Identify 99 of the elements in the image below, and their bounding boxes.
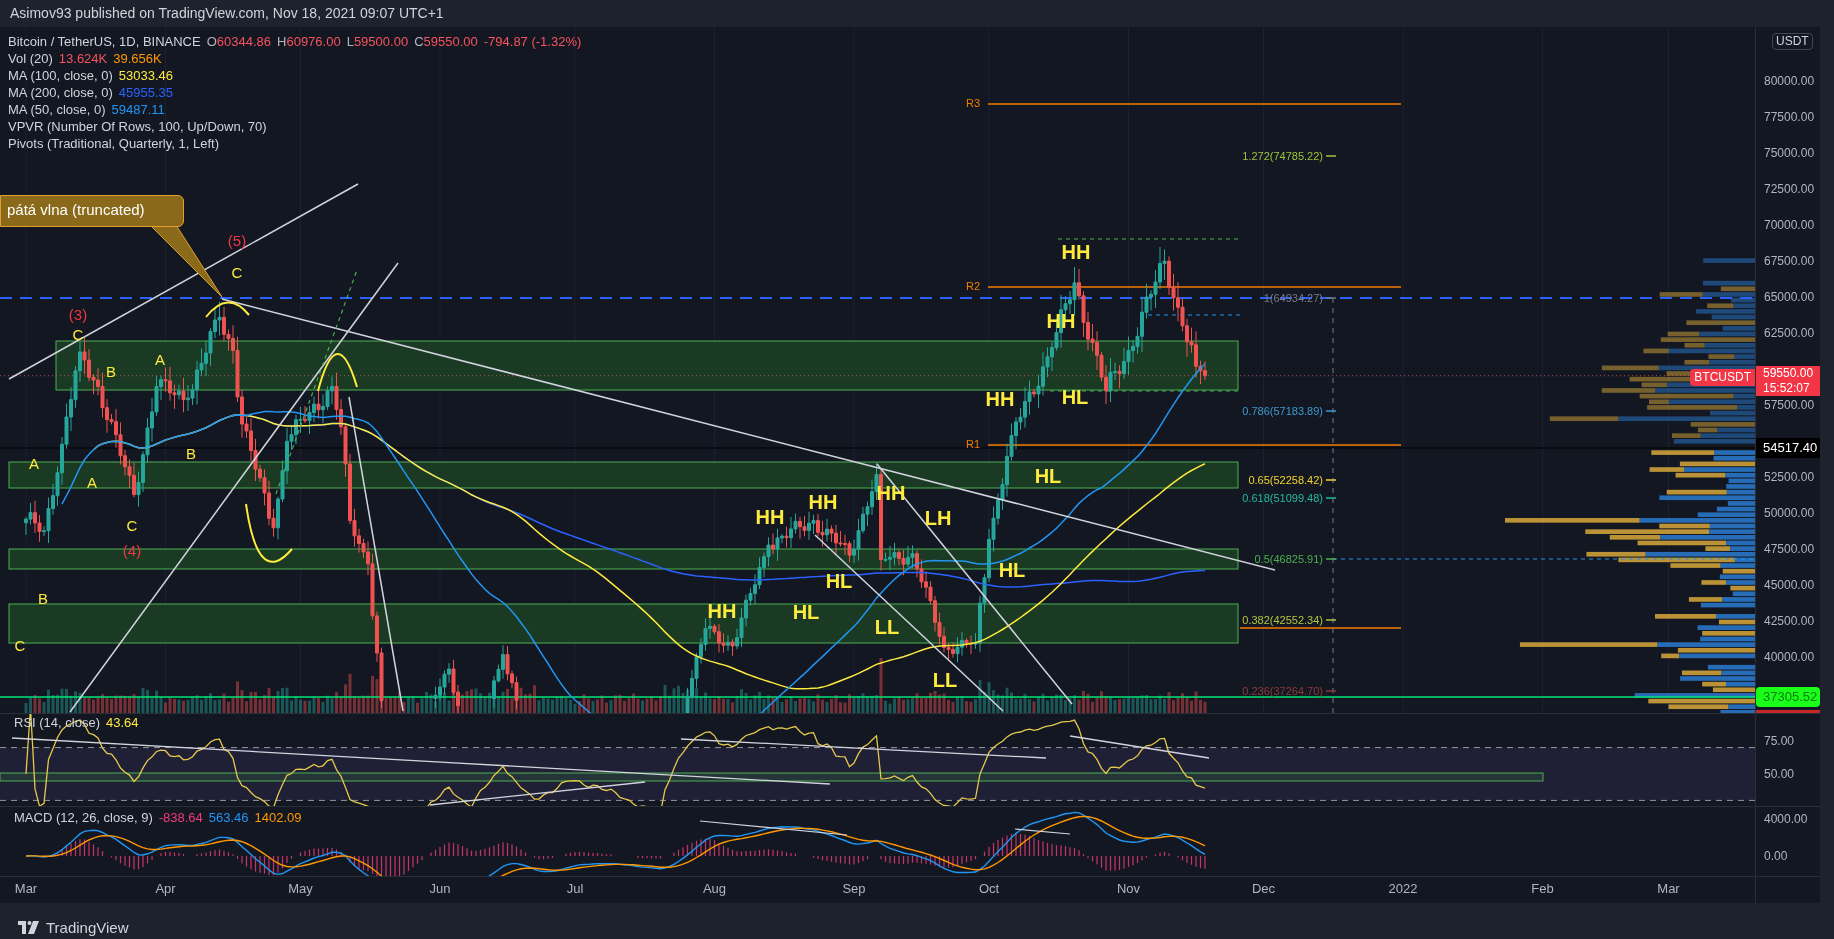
wave-label: C xyxy=(72,326,84,341)
publish-info: Asimov93 published on TradingView.com, Nov 18, 2021 09:07 UTC+1 xyxy=(10,3,444,23)
time-axis-label: Jul xyxy=(566,881,584,895)
indicator-name: MA (200, close, 0) xyxy=(8,83,113,101)
price-axis-label: 50000.00 xyxy=(1764,506,1815,519)
price-axis-label: 67500.00 xyxy=(1764,254,1815,267)
wave-label: C xyxy=(14,637,26,652)
indicator-value: 1402.09 xyxy=(254,808,302,826)
wave-label: HL xyxy=(998,559,1026,580)
time-axis-label: Dec xyxy=(1251,881,1276,895)
pivot-label: R3 xyxy=(966,97,981,109)
indicator-value: 13.624K xyxy=(58,49,108,67)
brand-name: TradingView xyxy=(46,917,129,938)
fib-label: 1.272(74785.22) xyxy=(1242,150,1323,161)
wave-label: HL xyxy=(1061,386,1089,407)
time-axis-label: Jun xyxy=(429,881,451,895)
wave-label: C xyxy=(231,264,243,279)
wave-label: LL xyxy=(874,616,900,637)
wave-label: (3) xyxy=(68,306,88,321)
wave-label: HH xyxy=(755,506,785,527)
wave-label: A xyxy=(87,474,97,489)
wave-label: C xyxy=(126,517,138,532)
rsi-axis-label: 75.00 xyxy=(1764,734,1795,747)
callout-label: pátá vlna (truncated) xyxy=(0,194,184,227)
fib-label: 0.786(57183.89) xyxy=(1242,405,1323,416)
indicator-name: MACD (12, 26, close, 9) xyxy=(14,808,153,826)
indicator-value: 45955.35 xyxy=(118,83,173,101)
wave-label: HL xyxy=(825,570,853,591)
wave-label: (4) xyxy=(122,542,142,557)
indicator-name: Vol (20) xyxy=(8,49,53,67)
time-axis-label: May xyxy=(288,881,313,895)
time-axis-label: Mar xyxy=(1657,881,1680,895)
time-axis-label: Apr xyxy=(155,881,176,895)
macd-axis-label: 0.00 xyxy=(1764,849,1788,862)
ohlc-value: O60344.86 xyxy=(206,32,272,50)
price-axis-label: 57500.00 xyxy=(1764,398,1815,411)
price-axis-label: 62500.00 xyxy=(1764,326,1815,339)
wave-label: HL xyxy=(792,601,820,622)
wave-label: B xyxy=(106,363,116,378)
wave-label: LH xyxy=(924,507,952,528)
indicator-value: 53033.46 xyxy=(118,66,173,84)
wave-label: A xyxy=(155,351,165,366)
price-axis-label: 42500.00 xyxy=(1764,614,1815,627)
wave-label: HH xyxy=(808,491,838,512)
indicator-name: Pivots (Traditional, Quarterly, 1, Left) xyxy=(8,134,219,152)
level-price-label: 37305.52 xyxy=(1756,686,1820,707)
indicator-name: MA (50, close, 0) xyxy=(8,100,106,118)
time-axis-label: Sep xyxy=(842,881,866,895)
price-axis-label: 72500.00 xyxy=(1764,182,1815,195)
ohlc-value: L59500.00 xyxy=(346,32,409,50)
indicator-value: 563.46 xyxy=(208,808,249,826)
ohlc-value: C59550.00 xyxy=(414,32,478,50)
wave-label: HH xyxy=(1061,241,1091,262)
fib-label: 0.65(52258.42) xyxy=(1248,474,1323,485)
indicator-value: -838.64 xyxy=(158,808,203,826)
pivot-label: R1 xyxy=(966,438,981,450)
time-axis-label: Mar xyxy=(14,881,38,895)
fib-label: 1(64934.27) xyxy=(1263,292,1323,303)
price-axis-label: 45000.00 xyxy=(1764,578,1815,591)
fib-label: 0.236(37264.70) xyxy=(1242,685,1323,696)
price-axis-label: 70000.00 xyxy=(1764,218,1815,231)
wave-label: HL xyxy=(1034,465,1062,486)
time-axis-label: Nov xyxy=(1116,881,1141,895)
rsi-axis-label: 50.00 xyxy=(1764,767,1795,780)
time-axis-label: Oct xyxy=(978,881,1000,895)
indicator-name: MA (100, close, 0) xyxy=(8,66,113,84)
price-change: -794.87 (-1.32%) xyxy=(483,32,582,50)
price-axis-label: 47500.00 xyxy=(1764,542,1815,555)
fib-label: 0.618(51099.48) xyxy=(1242,492,1323,503)
currency-button[interactable]: USDT xyxy=(1772,32,1813,50)
crosshair-price-label: 54517.40 xyxy=(1756,437,1820,458)
wave-label: B xyxy=(186,445,196,460)
ohlc-value: H60976.00 xyxy=(277,32,341,50)
price-axis-label: 40000.00 xyxy=(1764,650,1815,663)
symbol-price-label: BTCUSDT xyxy=(1690,368,1755,386)
price-axis-label: 75000.00 xyxy=(1764,146,1815,159)
indicator-name: VPVR (Number Of Rows, 100, Up/Down, 70) xyxy=(8,117,267,135)
time-axis-label: 2022 xyxy=(1388,881,1418,895)
wave-label: B xyxy=(38,590,48,605)
fib-label: 0.5(46825.91) xyxy=(1254,553,1323,564)
wave-label: HH xyxy=(707,600,737,621)
wave-label: LL xyxy=(932,669,958,690)
price-axis-label: 77500.00 xyxy=(1764,110,1815,123)
price-axis-label: 80000.00 xyxy=(1764,74,1815,87)
last-price-label: 59550.00 15:52:07 xyxy=(1756,366,1820,397)
price-axis-label: 52500.00 xyxy=(1764,470,1815,483)
wave-label: (5) xyxy=(227,232,247,247)
symbol-title: Bitcoin / TetherUS, 1D, BINANCE xyxy=(8,32,201,50)
indicator-value: 43.64 xyxy=(106,713,139,731)
price-axis-label: 65000.00 xyxy=(1764,290,1815,303)
time-axis-label: Aug xyxy=(702,881,727,895)
macd-axis-label: 4000.00 xyxy=(1764,812,1808,825)
time-axis-label: Feb xyxy=(1531,881,1554,895)
indicator-value: 59487.11 xyxy=(111,100,165,118)
fib-label: 0.382(42552.34) xyxy=(1242,614,1323,625)
wave-label: HH xyxy=(985,388,1015,409)
indicator-value: 39.656K xyxy=(113,49,162,67)
pivot-label: R2 xyxy=(966,280,981,292)
wave-label: A xyxy=(29,455,39,470)
